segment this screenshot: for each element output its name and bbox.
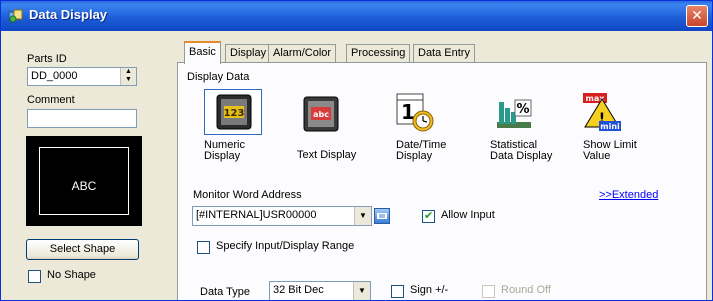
statistical-display-icon[interactable]: % bbox=[495, 92, 535, 132]
monitor-word-address-label: Monitor Word Address bbox=[193, 189, 302, 201]
shape-preview: ABC bbox=[26, 136, 142, 226]
no-shape-label: No Shape bbox=[47, 269, 96, 281]
limit-value-icon[interactable]: max ! mini bbox=[581, 91, 623, 133]
round-off-checkbox bbox=[482, 285, 495, 298]
data-type-label: Data Type bbox=[200, 286, 250, 298]
parts-id-field[interactable]: DD_0000 ▲ ▼ bbox=[27, 67, 137, 86]
tab-basic[interactable]: Basic bbox=[184, 41, 221, 64]
data-type-value: 32 Bit Dec bbox=[273, 284, 324, 296]
extended-link[interactable]: >>Extended bbox=[599, 189, 658, 201]
numeric-display-option[interactable]: 123 bbox=[204, 89, 262, 135]
limit-value-caption-2: Value bbox=[583, 150, 611, 162]
tab-processing[interactable]: Processing bbox=[346, 44, 411, 63]
chevron-down-icon[interactable]: ▼ bbox=[354, 207, 371, 225]
chevron-down-icon[interactable]: ▼ bbox=[353, 282, 370, 300]
text-display-icon[interactable]: abc bbox=[303, 96, 339, 132]
title-bar[interactable]: Data Display ✕ bbox=[1, 1, 712, 31]
tab-data-entry[interactable]: Data Entry bbox=[413, 44, 475, 63]
window-title: Data Display bbox=[29, 7, 108, 22]
text-display-caption-1: Text Display bbox=[297, 149, 357, 161]
statistical-display-caption-2: Data Display bbox=[490, 150, 553, 162]
stepper-up-icon[interactable]: ▲ bbox=[121, 68, 136, 76]
preview-text: ABC bbox=[71, 179, 97, 193]
stepper-down-icon[interactable]: ▼ bbox=[121, 76, 136, 84]
specify-range-checkbox[interactable] bbox=[197, 241, 210, 254]
numeric-display-caption-2: Display bbox=[204, 150, 241, 162]
parts-id-label: Parts ID bbox=[27, 53, 67, 65]
svg-text:123: 123 bbox=[224, 108, 245, 119]
close-icon: ✕ bbox=[691, 8, 703, 24]
comment-label: Comment bbox=[27, 94, 75, 106]
no-shape-checkbox[interactable] bbox=[28, 270, 41, 283]
comment-field[interactable] bbox=[27, 109, 137, 128]
tab-display[interactable]: Display bbox=[225, 44, 272, 63]
monitor-word-address-combo[interactable]: [#INTERNAL]USR00000 ▼ bbox=[192, 206, 372, 226]
data-type-combo[interactable]: 32 Bit Dec ▼ bbox=[269, 281, 371, 300]
sign-checkbox[interactable] bbox=[391, 285, 404, 298]
round-off-label: Round Off bbox=[501, 284, 551, 296]
sign-label: Sign +/- bbox=[410, 284, 449, 296]
parts-id-value: DD_0000 bbox=[31, 70, 78, 82]
keypad-icon bbox=[377, 213, 387, 219]
select-shape-button[interactable]: Select Shape bbox=[26, 239, 139, 260]
app-icon bbox=[8, 9, 23, 23]
allow-input-checkbox[interactable] bbox=[422, 209, 435, 223]
svg-text:mini: mini bbox=[600, 122, 620, 131]
svg-text:abc: abc bbox=[313, 110, 329, 119]
display-data-label: Display Data bbox=[187, 71, 250, 83]
allow-input-label: Allow Input bbox=[441, 209, 495, 221]
svg-text:%: % bbox=[516, 102, 529, 117]
close-button[interactable]: ✕ bbox=[686, 5, 708, 27]
datetime-display-icon[interactable]: 1 bbox=[394, 91, 436, 133]
tab-alarm-color[interactable]: Alarm/Color bbox=[268, 44, 337, 63]
data-display-dialog: Data Display ✕ Parts ID DD_0000 ▲ ▼ Comm… bbox=[0, 0, 713, 301]
address-keypad-button[interactable] bbox=[374, 208, 390, 224]
parts-id-stepper[interactable]: ▲ ▼ bbox=[120, 68, 136, 85]
numeric-display-icon: 123 bbox=[216, 94, 252, 130]
monitor-word-address-value: [#INTERNAL]USR00000 bbox=[196, 209, 317, 221]
specify-range-label: Specify Input/Display Range bbox=[216, 240, 355, 252]
datetime-display-caption-2: Display bbox=[396, 150, 433, 162]
